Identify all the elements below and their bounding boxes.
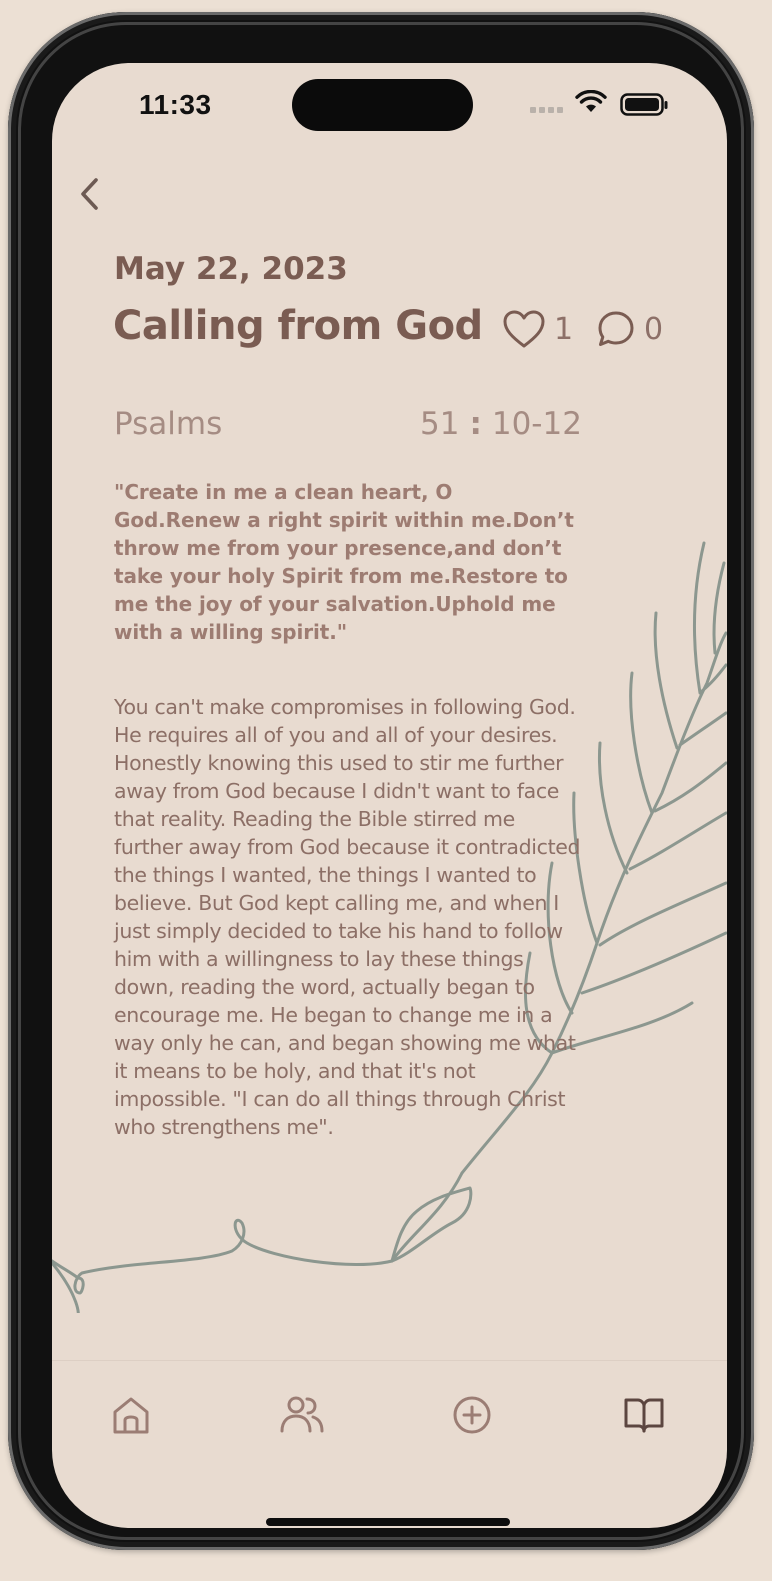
status-time: 11:33 xyxy=(139,89,212,120)
like-count: 1 xyxy=(554,311,574,347)
reference-separator: : xyxy=(469,406,482,442)
verse-text: "Create in me a clean heart, O God.Renew… xyxy=(114,480,574,644)
nav-journal[interactable] xyxy=(620,1391,668,1439)
scripture-verses: 10-12 xyxy=(491,406,582,442)
scripture-book: Psalms xyxy=(114,406,223,442)
comment-count: 0 xyxy=(644,311,664,347)
scripture-chapter: 51 xyxy=(420,406,460,442)
chevron-left-icon xyxy=(81,178,98,210)
home-icon xyxy=(113,1397,149,1434)
nav-add[interactable] xyxy=(448,1391,496,1439)
phone-frame: 11:33 May 22, 2023 Calling from God 1 0 … xyxy=(8,12,754,1550)
like-button[interactable]: 1 xyxy=(502,309,573,349)
app-screen: 11:33 May 22, 2023 Calling from God 1 0 … xyxy=(52,63,727,1528)
entry-title: Calling from God xyxy=(113,303,483,349)
comment-button[interactable]: 0 xyxy=(596,309,663,349)
battery-icon xyxy=(620,93,668,116)
scripture-reference: 51:10-12 xyxy=(420,406,582,442)
nav-divider xyxy=(52,1360,727,1361)
entry-date: May 22, 2023 xyxy=(114,251,348,287)
reflection-text: You can't make compromises in following … xyxy=(114,695,581,1139)
book-open-icon xyxy=(624,1398,664,1433)
people-icon xyxy=(280,1396,324,1433)
nav-community[interactable] xyxy=(278,1391,326,1439)
heart-icon xyxy=(503,310,545,348)
back-button[interactable] xyxy=(74,175,110,215)
wifi-icon xyxy=(575,90,607,112)
nav-home[interactable] xyxy=(107,1391,155,1439)
dynamic-island xyxy=(292,79,473,131)
add-circle-icon xyxy=(453,1396,491,1434)
comment-icon xyxy=(598,311,634,346)
home-indicator[interactable] xyxy=(266,1518,510,1526)
signal-icon xyxy=(530,107,563,113)
